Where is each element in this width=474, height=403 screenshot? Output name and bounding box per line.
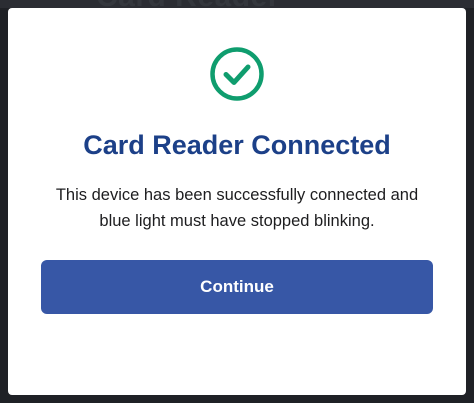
dialog-title: Card Reader Connected (83, 130, 391, 160)
continue-button[interactable]: Continue (41, 260, 433, 314)
connection-success-dialog: Card Reader Connected This device has be… (8, 8, 466, 395)
dialog-message: This device has been successfully connec… (55, 186, 419, 230)
check-circle-icon (209, 46, 265, 102)
